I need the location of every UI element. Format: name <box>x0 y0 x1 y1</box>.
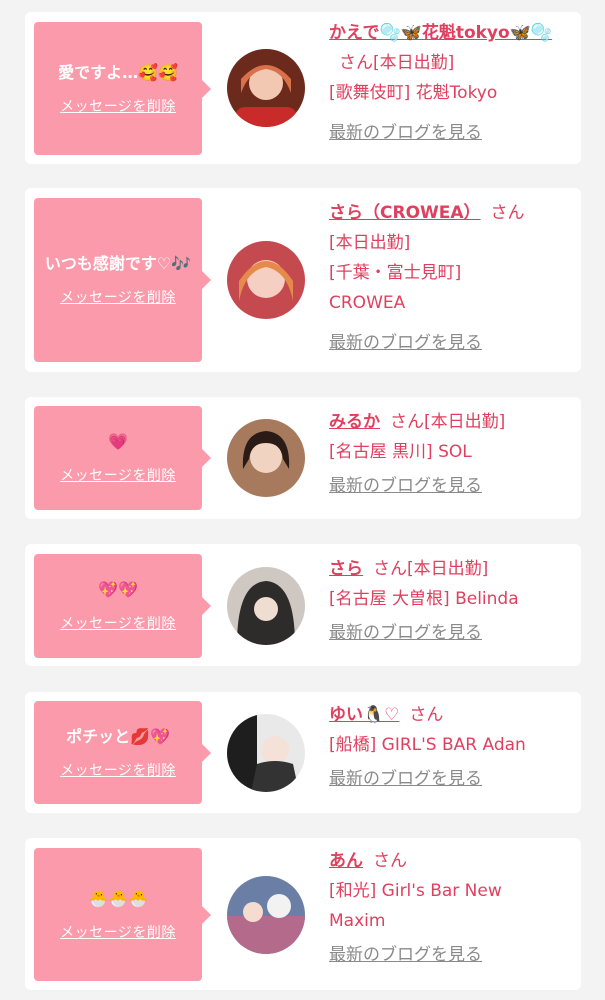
delete-message-button[interactable]: メッセージを削除 <box>60 97 176 117</box>
message-card: 💖💖 メッセージを削除 さら さん[本日出勤] [名古屋 大曽根] Belinda… <box>25 544 581 666</box>
honorific: さん <box>373 559 407 579</box>
cast-name-link[interactable]: みるか <box>329 412 380 432</box>
shop-name: [名古屋 黒川] SOL <box>329 442 472 462</box>
cast-name-link[interactable]: あん <box>329 851 363 871</box>
message-bubble: 🐣🐣🐣 メッセージを削除 <box>34 848 211 981</box>
message-bubble: ポチッと💋💖 メッセージを削除 <box>34 701 211 804</box>
message-card: ポチッと💋💖 メッセージを削除 ゆい🐧♡ さん [船橋] GIRL'S BAR A… <box>25 692 581 813</box>
cast-name-link[interactable]: さら（CROWEA） <box>329 203 481 223</box>
message-bubble: 💗 メッセージを削除 <box>34 406 211 510</box>
message-card: 💗 メッセージを削除 みるか さん[本日出勤] [名古屋 黒川] SOL 最新のブ… <box>25 397 581 519</box>
shop-name: [和光] Girl's Bar New Maxim <box>329 881 502 931</box>
delete-message-button[interactable]: メッセージを削除 <box>60 288 176 308</box>
shop-name: [船橋] GIRL'S BAR Adan <box>329 735 526 755</box>
cast-info: かえで🫧🦋花魁tokyo🦋🫧 さん[本日出勤] [歌舞伎町] 花魁Tokyo 最新… <box>329 18 569 148</box>
avatar[interactable] <box>227 49 305 127</box>
cast-info: さら さん[本日出勤] [名古屋 大曽根] Belinda 最新のブログを見る <box>329 554 569 648</box>
honorific: さん <box>373 851 407 871</box>
latest-blog-link[interactable]: 最新のブログを見る <box>329 118 482 148</box>
message-text: いつも感謝です♡🎶 <box>44 254 192 273</box>
cast-info: さら（CROWEA） さん [本日出勤] [千葉・富士見町] CROWEA 最新の… <box>329 198 569 358</box>
cast-info: みるか さん[本日出勤] [名古屋 黒川] SOL 最新のブログを見る <box>329 407 569 501</box>
cast-name-link[interactable]: ゆい🐧♡ <box>329 705 399 725</box>
delete-message-button[interactable]: メッセージを削除 <box>60 614 176 634</box>
message-bubble: 💖💖 メッセージを削除 <box>34 554 211 658</box>
delete-message-button[interactable]: メッセージを削除 <box>60 923 176 943</box>
message-card: 🐣🐣🐣 メッセージを削除 あん さん [和光] Girl's Bar New Ma… <box>25 838 581 990</box>
avatar[interactable] <box>227 241 305 319</box>
work-status: [本日出勤] <box>407 559 489 579</box>
message-text: 愛ですよ…🥰🥰 <box>58 62 178 82</box>
message-text: 💖💖 <box>98 580 138 599</box>
latest-blog-link[interactable]: 最新のブログを見る <box>329 328 482 358</box>
work-status: [本日出勤] <box>329 233 411 253</box>
cast-name-link[interactable]: かえで🫧🦋花魁tokyo🦋🫧 <box>329 23 552 43</box>
cast-info: あん さん [和光] Girl's Bar New Maxim 最新のブログを見る <box>329 846 569 970</box>
message-text: 💗 <box>108 432 128 451</box>
latest-blog-link[interactable]: 最新のブログを見る <box>329 618 482 648</box>
message-list: 愛ですよ…🥰🥰 メッセージを削除 かえで🫧🦋花魁tokyo🦋🫧 さん[本日出勤] … <box>0 0 605 1000</box>
work-status: [本日出勤] <box>373 53 455 73</box>
honorific: さん <box>490 203 525 223</box>
avatar[interactable] <box>227 714 305 792</box>
message-text: 🐣🐣🐣 <box>88 888 148 908</box>
latest-blog-link[interactable]: 最新のブログを見る <box>329 940 482 970</box>
shop-name: [名古屋 大曽根] Belinda <box>329 589 519 609</box>
work-status: [本日出勤] <box>424 412 506 432</box>
avatar[interactable] <box>227 876 305 954</box>
latest-blog-link[interactable]: 最新のブログを見る <box>329 764 482 794</box>
honorific: さん <box>390 412 424 432</box>
message-card: いつも感謝です♡🎶 メッセージを削除 さら（CROWEA） さん [本日出勤] [… <box>25 188 581 372</box>
delete-message-button[interactable]: メッセージを削除 <box>60 466 176 486</box>
latest-blog-link[interactable]: 最新のブログを見る <box>329 471 482 501</box>
message-bubble: 愛ですよ…🥰🥰 メッセージを削除 <box>34 22 211 155</box>
avatar[interactable] <box>227 567 305 645</box>
delete-message-button[interactable]: メッセージを削除 <box>60 761 176 781</box>
honorific: さん <box>339 53 373 73</box>
shop-name: [歌舞伎町] 花魁Tokyo <box>329 83 498 103</box>
cast-info: ゆい🐧♡ さん [船橋] GIRL'S BAR Adan 最新のブログを見る <box>329 700 569 794</box>
message-bubble: いつも感謝です♡🎶 メッセージを削除 <box>34 198 211 362</box>
message-text: ポチッと💋💖 <box>66 726 170 746</box>
message-card: 愛ですよ…🥰🥰 メッセージを削除 かえで🫧🦋花魁tokyo🦋🫧 さん[本日出勤] … <box>25 12 581 164</box>
shop-name: [千葉・富士見町] CROWEA <box>329 263 462 313</box>
avatar[interactable] <box>227 419 305 497</box>
cast-name-link[interactable]: さら <box>329 559 363 579</box>
honorific: さん <box>409 705 444 725</box>
